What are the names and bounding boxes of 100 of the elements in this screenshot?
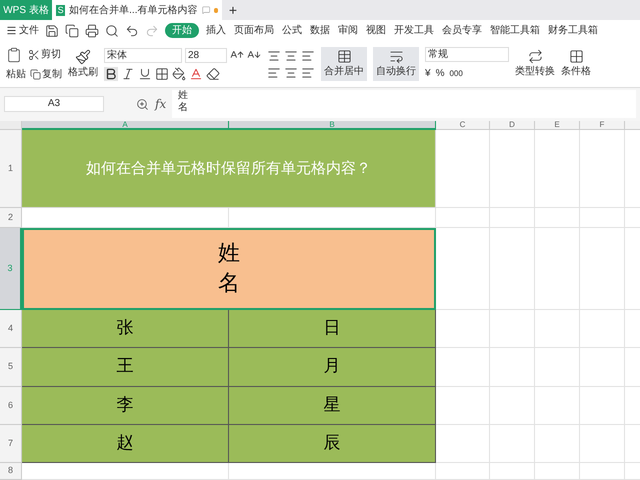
copy-icon xyxy=(30,68,41,80)
align-icon[interactable] xyxy=(284,48,298,63)
eraser-icon[interactable] xyxy=(206,66,220,81)
menu-tab[interactable]: 财务工具箱 xyxy=(547,23,599,38)
table-cell: 日 xyxy=(229,310,436,348)
menu-tab[interactable]: 数据 xyxy=(309,23,331,38)
indent-icon[interactable] xyxy=(301,48,315,63)
row-header[interactable]: 4 xyxy=(0,310,22,348)
number-format-field[interactable]: 常规 xyxy=(425,47,509,62)
menu-tab[interactable]: 会员专享 xyxy=(441,23,483,38)
table-cell: 王 xyxy=(22,348,229,387)
empty-cell xyxy=(580,310,625,348)
zoom-icon[interactable] xyxy=(136,98,149,111)
empty-cell xyxy=(580,425,625,463)
new-tab-button[interactable]: + xyxy=(222,0,244,20)
empty-cell xyxy=(490,387,535,425)
empty-cell xyxy=(535,310,580,348)
fx-label: fx xyxy=(155,96,166,114)
menu-tab[interactable]: 页面布局 xyxy=(233,23,275,38)
wrap-text-icon xyxy=(388,49,404,64)
empty-cell xyxy=(436,463,490,480)
bold-icon[interactable] xyxy=(104,66,118,81)
empty-cell xyxy=(490,425,535,463)
conditional-format-button[interactable]: 条件格 xyxy=(561,49,591,80)
column-header[interactable]: C xyxy=(436,121,490,130)
comment-icon[interactable] xyxy=(202,5,210,15)
scissors-icon xyxy=(28,48,40,61)
merge-cells-icon xyxy=(336,49,352,64)
underline-icon[interactable] xyxy=(138,66,152,81)
row-header[interactable]: 2 xyxy=(0,208,22,228)
sheet-badge: S xyxy=(56,4,66,16)
menu-tab[interactable]: 开发工具 xyxy=(393,23,435,38)
font-color-icon[interactable] xyxy=(189,66,203,81)
paste-button[interactable]: 粘贴 xyxy=(6,66,26,82)
italic-icon[interactable] xyxy=(121,66,135,81)
empty-cell xyxy=(580,463,625,480)
name-box[interactable]: A3 xyxy=(4,96,104,112)
undo-icon[interactable] xyxy=(125,24,139,38)
document-tab[interactable]: S 如何在合并单...有单元格内容 xyxy=(52,0,222,20)
cut-button[interactable]: 剪切 xyxy=(28,47,61,62)
table-cell: 月 xyxy=(229,348,436,387)
empty-cell xyxy=(535,348,580,387)
column-header[interactable]: F xyxy=(580,121,625,130)
font-size-field[interactable]: 28 xyxy=(185,48,227,63)
paste-icon[interactable] xyxy=(6,46,22,63)
table-cell: 星 xyxy=(229,387,436,425)
table-cell: 辰 xyxy=(229,425,436,463)
empty-cell xyxy=(436,208,490,228)
border-icon[interactable] xyxy=(155,66,169,81)
menu-icon xyxy=(6,25,17,36)
row-header[interactable]: 7 xyxy=(0,425,22,463)
export-icon[interactable] xyxy=(65,24,79,38)
merge-center-button[interactable]: 合并居中 xyxy=(321,47,367,82)
wrap-text-button[interactable]: 自动换行 xyxy=(373,47,419,82)
empty-cell xyxy=(490,348,535,387)
fill-color-icon[interactable] xyxy=(172,66,186,81)
empty-cell xyxy=(490,310,535,348)
menu-tab[interactable]: 审阅 xyxy=(337,23,359,38)
menu-tab[interactable]: 视图 xyxy=(365,23,387,38)
formula-field[interactable]: 姓名 xyxy=(172,90,636,118)
table-cell: 赵 xyxy=(22,425,229,463)
title-cell: 如何在合并单元格时保留所有单元格内容？ xyxy=(22,130,436,208)
align-icon[interactable] xyxy=(267,48,281,63)
empty-cell xyxy=(490,208,535,228)
format-painter-button[interactable]: 格式刷 xyxy=(68,48,98,80)
empty-cell xyxy=(535,387,580,425)
empty-cell xyxy=(535,425,580,463)
save-icon[interactable] xyxy=(45,24,59,38)
column-header[interactable]: D xyxy=(490,121,535,130)
file-menu[interactable]: 文件 xyxy=(6,23,39,38)
print-icon[interactable] xyxy=(85,24,99,38)
row-header[interactable]: 1 xyxy=(0,130,22,208)
row-header[interactable]: 8 xyxy=(0,463,22,480)
percent-button[interactable]: % xyxy=(436,66,444,82)
align-icon[interactable] xyxy=(301,66,315,80)
thousands-button[interactable]: 000 xyxy=(449,68,463,80)
paintbrush-icon xyxy=(75,48,91,65)
menu-tab[interactable]: 智能工具箱 xyxy=(489,23,541,38)
currency-button[interactable]: ¥ xyxy=(425,66,431,82)
merged-cell: 姓名 xyxy=(22,228,436,310)
formula-text: 姓名 xyxy=(178,90,188,114)
empty-cell xyxy=(580,387,625,425)
column-header[interactable]: E xyxy=(535,121,580,130)
menu-tab[interactable]: 插入 xyxy=(205,23,227,38)
align-icon[interactable] xyxy=(284,66,298,80)
table-cell: 张 xyxy=(22,310,229,348)
table-cell: 李 xyxy=(22,387,229,425)
font-name-field[interactable]: 宋体 xyxy=(104,48,182,63)
row-header[interactable]: 5 xyxy=(0,348,22,387)
grid-icon xyxy=(568,49,584,64)
empty-cell xyxy=(580,208,625,228)
empty-cell xyxy=(535,208,580,228)
type-convert-button[interactable]: 类型转换 xyxy=(515,49,555,80)
align-icon[interactable] xyxy=(267,66,281,80)
empty-cell xyxy=(580,348,625,387)
row-header[interactable]: 6 xyxy=(0,387,22,425)
copy-button[interactable]: 复制 xyxy=(30,66,62,82)
menu-tab[interactable]: 公式 xyxy=(281,23,303,38)
convert-arrows-icon xyxy=(528,49,542,64)
preview-icon[interactable] xyxy=(105,24,119,38)
